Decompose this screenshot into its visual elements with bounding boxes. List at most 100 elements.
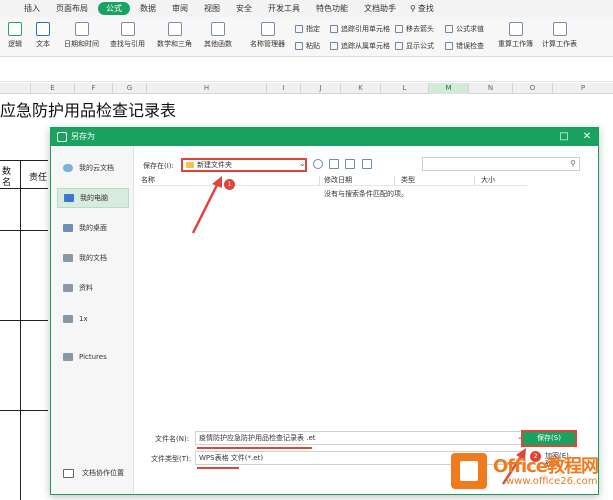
sidebar-item-desktop[interactable]: 我的桌面 [57, 218, 129, 238]
paste-icon [295, 42, 303, 50]
maximize-icon[interactable]: □ [556, 128, 572, 146]
view-menu-icon[interactable] [362, 159, 372, 169]
specify-icon [295, 25, 303, 33]
ribbon-toolbar: 逻辑 文本 日期和时间 查找与引用 数学和三角 其他函数 名称管理器 指定 追踪… [0, 17, 613, 57]
filename-input[interactable]: 疫情防护应急防护用品检查记录表 .et [195, 431, 525, 445]
back-icon[interactable] [313, 159, 323, 169]
menu-item-features[interactable]: 特色功能 [308, 0, 356, 17]
column-size[interactable]: 大小 [481, 175, 495, 186]
share-location-label: 文档协作位置 [82, 469, 124, 477]
column-header[interactable]: I [266, 83, 300, 94]
column-header[interactable]: K [340, 83, 380, 94]
column-header[interactable]: O [512, 83, 552, 94]
menu-item-formula[interactable]: 公式 [98, 2, 130, 15]
math-button[interactable]: 数学和三角 [157, 22, 192, 49]
logic-button[interactable]: 逻辑 [8, 22, 22, 49]
close-icon[interactable]: ✕ [579, 128, 595, 146]
chevron-down-icon[interactable]: ⌄ [299, 159, 306, 168]
calc-sheet-label: 计算工作表 [542, 40, 577, 48]
column-modified[interactable]: 修改日期 [324, 175, 352, 186]
menu-item-view[interactable]: 视图 [196, 0, 228, 17]
column-name[interactable]: 名称 [141, 175, 155, 186]
find-box[interactable]: ⚲ 查找 [410, 3, 434, 14]
column-header[interactable]: N [468, 83, 512, 94]
menu-item-doc-helper[interactable]: 文档助手 [356, 0, 404, 17]
grid-line [0, 320, 48, 321]
column-header-selected[interactable]: M [428, 83, 468, 94]
find-label: 查找 [417, 4, 434, 13]
remove-arrows-button[interactable]: 移去箭头 [395, 24, 434, 34]
menu-item-insert[interactable]: 插入 [16, 0, 48, 17]
text-button[interactable]: 文本 [36, 22, 50, 49]
dialog-title: 另存为 [71, 132, 95, 141]
highlight-underline [197, 467, 239, 469]
menu-item-data[interactable]: 数据 [132, 0, 164, 17]
sidebar-item-label: 1x [79, 315, 88, 323]
specify-button[interactable]: 指定 [295, 24, 320, 34]
menu-item-security[interactable]: 安全 [228, 0, 260, 17]
evaluate-formula-button[interactable]: 公式求值 [445, 24, 484, 34]
recalc-workbook-button[interactable]: 重算工作簿 [498, 22, 533, 49]
sidebar-item-label: 我的文档 [79, 254, 107, 262]
save-button[interactable]: 保存(S) [521, 430, 577, 447]
sidebar-item-pictures[interactable]: Pictures [57, 347, 129, 367]
file-list[interactable] [139, 186, 587, 426]
search-input[interactable]: ⚲ [422, 157, 580, 171]
column-header[interactable]: F [74, 83, 112, 94]
recalc-workbook-label: 重算工作簿 [498, 40, 533, 48]
lookup-button[interactable]: 查找与引用 [110, 22, 145, 49]
cell-text: 责任 [29, 173, 48, 183]
file-list-header: 名称 修改日期 类型 大小 [139, 175, 527, 186]
other-functions-button[interactable]: 其他函数 [204, 22, 232, 49]
trace-dependents-label: 追踪从属单元格 [341, 42, 390, 50]
column-divider [319, 176, 320, 185]
trace-precedents-button[interactable]: 追踪引用单元格 [330, 24, 390, 34]
error-check-button[interactable]: 错误检查 [445, 41, 484, 51]
menu-item-review[interactable]: 审阅 [164, 0, 196, 17]
save-in-combo[interactable]: 新建文件夹 [181, 158, 307, 172]
column-header[interactable]: G [112, 83, 146, 94]
column-header[interactable]: E [30, 83, 74, 94]
sheet-grid [0, 160, 48, 500]
recalc-workbook-icon [508, 22, 523, 36]
column-header[interactable]: P [552, 83, 613, 94]
new-folder-icon[interactable] [345, 159, 355, 169]
show-formulas-button[interactable]: 显示公式 [395, 41, 434, 51]
sidebar-item-my-documents[interactable]: 我的文档 [57, 248, 129, 268]
name-manager-icon [260, 22, 275, 36]
column-header[interactable]: H [146, 83, 266, 94]
datetime-label: 日期和时间 [64, 40, 99, 48]
step-badge: 1 [224, 179, 235, 190]
sidebar-item-materials[interactable]: 资料 [57, 278, 129, 298]
trace-dependents-button[interactable]: 追踪从属单元格 [330, 41, 390, 51]
menu-item-page-layout[interactable]: 页面布局 [48, 0, 96, 17]
text-icon [36, 22, 50, 36]
show-formulas-icon [395, 42, 403, 50]
column-header[interactable]: L [380, 83, 428, 94]
sidebar-item-my-computer[interactable]: 我的电脑 [57, 188, 129, 208]
sidebar-item-cloud-docs[interactable]: 我的云文档 [57, 158, 129, 178]
lookup-label: 查找与引用 [110, 40, 145, 48]
trace-precedents-label: 追踪引用单元格 [341, 25, 390, 33]
datetime-button[interactable]: 日期和时间 [64, 22, 99, 49]
remove-arrows-label: 移去箭头 [406, 25, 434, 33]
folder-icon [63, 254, 73, 262]
calc-sheet-button[interactable]: 计算工作表 [542, 22, 577, 49]
column-type[interactable]: 类型 [401, 175, 415, 186]
lookup-icon [120, 22, 135, 36]
menu-item-developer[interactable]: 开发工具 [260, 0, 308, 17]
paste-button[interactable]: 粘贴 [295, 41, 320, 51]
share-location-button[interactable]: 文档协作位置 [63, 468, 124, 478]
dialog-title-bar[interactable]: 另存为 □ ✕ [51, 128, 598, 146]
sidebar-item-1x[interactable]: 1x [57, 309, 129, 329]
column-header[interactable]: J [300, 83, 340, 94]
name-manager-label: 名称管理器 [250, 40, 285, 48]
formula-bar[interactable] [0, 58, 613, 82]
calc-sheet-icon [552, 22, 567, 36]
up-folder-icon[interactable] [329, 159, 339, 169]
name-manager-button[interactable]: 名称管理器 [250, 22, 285, 49]
calendar-icon [74, 22, 89, 36]
trace-dependents-icon [330, 42, 338, 50]
filename-label: 文件名(N): [155, 435, 190, 443]
search-icon: ⚲ [570, 159, 576, 168]
